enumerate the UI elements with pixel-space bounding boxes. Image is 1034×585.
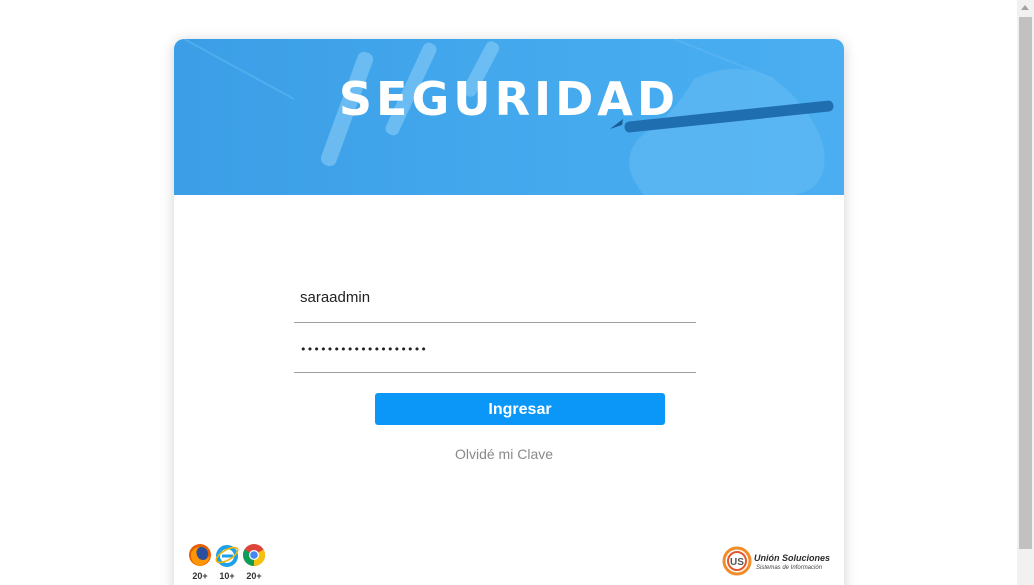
internet-explorer-icon bbox=[215, 545, 239, 567]
scroll-thumb[interactable] bbox=[1019, 17, 1032, 549]
chrome-version: 20+ bbox=[246, 571, 262, 581]
browser-badge-firefox: 20+ bbox=[187, 543, 213, 581]
password-input[interactable]: ••••••••••••••••••• bbox=[300, 343, 427, 356]
svg-text:US: US bbox=[730, 557, 744, 568]
password-field-wrapper[interactable]: ••••••••••••••••••• bbox=[294, 329, 696, 373]
login-form: ••••••••••••••••••• bbox=[294, 279, 696, 379]
browser-badge-ie: 10+ bbox=[214, 543, 240, 581]
username-input[interactable] bbox=[300, 289, 690, 306]
browser-badge-chrome: 20+ bbox=[241, 543, 267, 581]
company-logo-block: US Unión Soluciones Sistemas de Informac… bbox=[722, 546, 832, 578]
company-tagline: Sistemas de Información bbox=[756, 565, 823, 571]
company-name: Unión Soluciones bbox=[754, 553, 831, 563]
union-soluciones-logo-icon: US bbox=[722, 546, 752, 576]
page: SEGURIDAD ••••••••••••••••••• Ingresar O… bbox=[0, 0, 1034, 585]
firefox-icon bbox=[189, 544, 211, 566]
brand-logo-title: SEGURIDAD bbox=[338, 72, 680, 126]
header-banner: SEGURIDAD bbox=[174, 39, 844, 195]
vertical-scrollbar[interactable] bbox=[1017, 0, 1034, 585]
chrome-icon bbox=[243, 544, 265, 566]
forgot-password-link[interactable]: Olvidé mi Clave bbox=[174, 446, 834, 462]
login-button[interactable]: Ingresar bbox=[375, 393, 665, 425]
scroll-up-arrow-icon[interactable] bbox=[1021, 5, 1029, 10]
username-field-wrapper bbox=[294, 279, 696, 323]
ie-version: 10+ bbox=[219, 571, 235, 581]
firefox-version: 20+ bbox=[192, 571, 208, 581]
login-card: SEGURIDAD ••••••••••••••••••• Ingresar O… bbox=[174, 39, 844, 585]
